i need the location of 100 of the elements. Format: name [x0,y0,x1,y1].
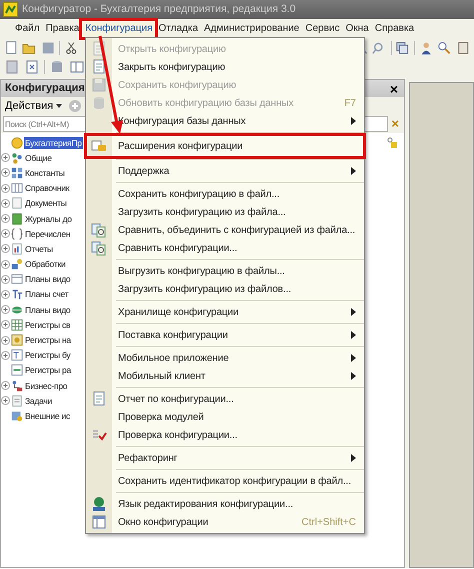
tree-item[interactable]: Отчеты [24,242,54,255]
menu-item[interactable]: Справка [372,20,418,36]
toolbar-icon[interactable] [24,58,40,74]
expand-icon[interactable] [1,290,10,299]
tasks-icon [11,394,23,407]
expand-icon[interactable] [1,184,10,193]
menu-item[interactable]: Отладка [155,20,202,36]
menu-item[interactable]: Администрирование [201,20,302,36]
window-icon[interactable] [69,58,85,74]
menu-item[interactable]: Мобильное приложение [86,349,364,367]
help-search-icon[interactable] [437,40,452,56]
tree-item[interactable]: Внешние ис [24,410,71,422]
menu-item[interactable]: Сохранить конфигурацию в файл... [86,185,364,203]
tree-item[interactable]: Регистры бу [24,349,72,362]
tree-item[interactable]: Регистры на [24,334,72,346]
menu-item[interactable]: Правка [42,20,82,36]
tree-item[interactable]: Журналы до [24,212,73,225]
document-icon [91,59,107,75]
tree-item[interactable]: Документы [24,197,68,210]
menu-item[interactable]: Расширения конфигурации [86,135,364,157]
expand-icon[interactable] [1,229,10,238]
process-icon [11,380,23,392]
journal-icon [11,212,23,225]
tree-item[interactable]: Константы [24,166,66,179]
catalog-icon [11,182,23,194]
menu-item[interactable]: Хранилище конфигурации [86,303,364,321]
window-icon [91,514,107,530]
new-document-icon[interactable] [4,40,18,56]
expand-icon[interactable] [1,244,10,254]
actions-menu[interactable]: Действия [5,98,62,114]
tree-item[interactable]: Перечислен [24,228,72,240]
menu-item[interactable]: Файл [12,20,43,36]
tree-item[interactable]: Планы видо [24,304,72,316]
menu-item[interactable]: Сравнить конфигурации... [86,239,364,257]
tree-item[interactable]: Бизнес-про [24,380,68,392]
book-icon[interactable] [456,40,470,56]
common-icon [11,152,23,164]
windows-icon[interactable] [395,40,410,56]
tree-item[interactable]: Справочник [24,182,70,194]
expand-icon[interactable] [1,320,10,330]
window-title: Конфигуратор - Бухгалтерия предприятия, редакция 3.0 [22,2,296,17]
calc-register-icon [11,364,23,376]
menu-item[interactable]: Окна [342,20,372,36]
compare-icon [91,240,107,256]
braces-icon [11,228,23,240]
tree-item[interactable]: Планы видо [24,273,72,286]
menu-item[interactable]: Отчет по конфигурации... [86,390,364,408]
lock-icon [386,136,398,149]
menu-item[interactable]: Закрыть конфигурацию [86,58,364,76]
globe-icon [91,496,107,512]
expand-icon[interactable] [1,350,10,360]
extension-icon [91,138,107,154]
menu-item[interactable]: Поставка конфигурации [86,326,364,344]
tree-item[interactable]: Регистры ра [24,364,72,376]
menu-item[interactable]: Выгрузить конфигурацию в файлы... [86,262,364,280]
menu-item[interactable]: Поддержка [86,162,364,180]
register-icon [11,318,23,331]
menu-item[interactable]: Сохранить идентификатор конфигурации в файл... [86,472,364,490]
accounts-icon [11,288,23,300]
menu-item[interactable]: Окно конфигурации Ctrl+Shift+C [86,513,364,531]
tree-item[interactable]: Регистры св [24,318,72,331]
expand-icon[interactable] [1,260,10,269]
menu-item[interactable]: Конфигурация [82,20,156,36]
menu-item[interactable]: Мобильный клиент [86,367,364,385]
document-icon [91,391,107,407]
tree-item[interactable]: Общие [24,152,53,164]
menu-item[interactable]: Язык редактирования конфигурации... [86,495,364,513]
report-icon [11,242,23,255]
external-source-icon [11,410,23,422]
toolbar-icon[interactable] [4,58,20,74]
expand-icon[interactable] [1,168,10,178]
caret-icon [56,104,62,108]
tree-item[interactable]: Задачи [24,394,54,407]
menu-item[interactable]: Сервис [302,20,343,36]
close-button[interactable]: × [388,82,400,96]
expand-icon[interactable] [1,305,10,314]
tree-item[interactable]: БухгалтерияПр [24,136,83,149]
expand-icon[interactable] [1,381,10,390]
menu-item[interactable]: Рефакторинг [86,449,364,467]
user-icon[interactable] [418,40,434,56]
expand-icon[interactable] [1,396,10,406]
calc-types-icon [11,304,23,316]
tree-item[interactable]: Планы счет [24,288,70,300]
menu-item[interactable]: Загрузить конфигурацию из файла... [86,203,364,221]
menu-item[interactable]: Сравнить, объединить с конфигурацией из файла... [86,221,364,239]
chart-types-icon [11,273,23,286]
accounting-icon [11,349,23,362]
expand-icon[interactable] [1,214,10,224]
scissors-icon[interactable] [64,40,79,56]
expand-icon[interactable] [1,153,10,162]
expand-icon[interactable] [1,336,10,345]
menu-item[interactable]: Загрузить конфигурацию из файлов... [86,280,364,298]
menu-item[interactable]: Проверка конфигурации... [86,426,364,444]
tree-item[interactable]: Обработки [24,258,66,270]
app-logo-icon [3,2,18,17]
expand-icon[interactable] [1,198,10,208]
menu-item[interactable]: Конфигурация базы данных [86,112,364,130]
menu-item[interactable]: Проверка модулей [86,408,364,426]
compare-icon [91,222,107,238]
expand-icon[interactable] [1,274,10,284]
